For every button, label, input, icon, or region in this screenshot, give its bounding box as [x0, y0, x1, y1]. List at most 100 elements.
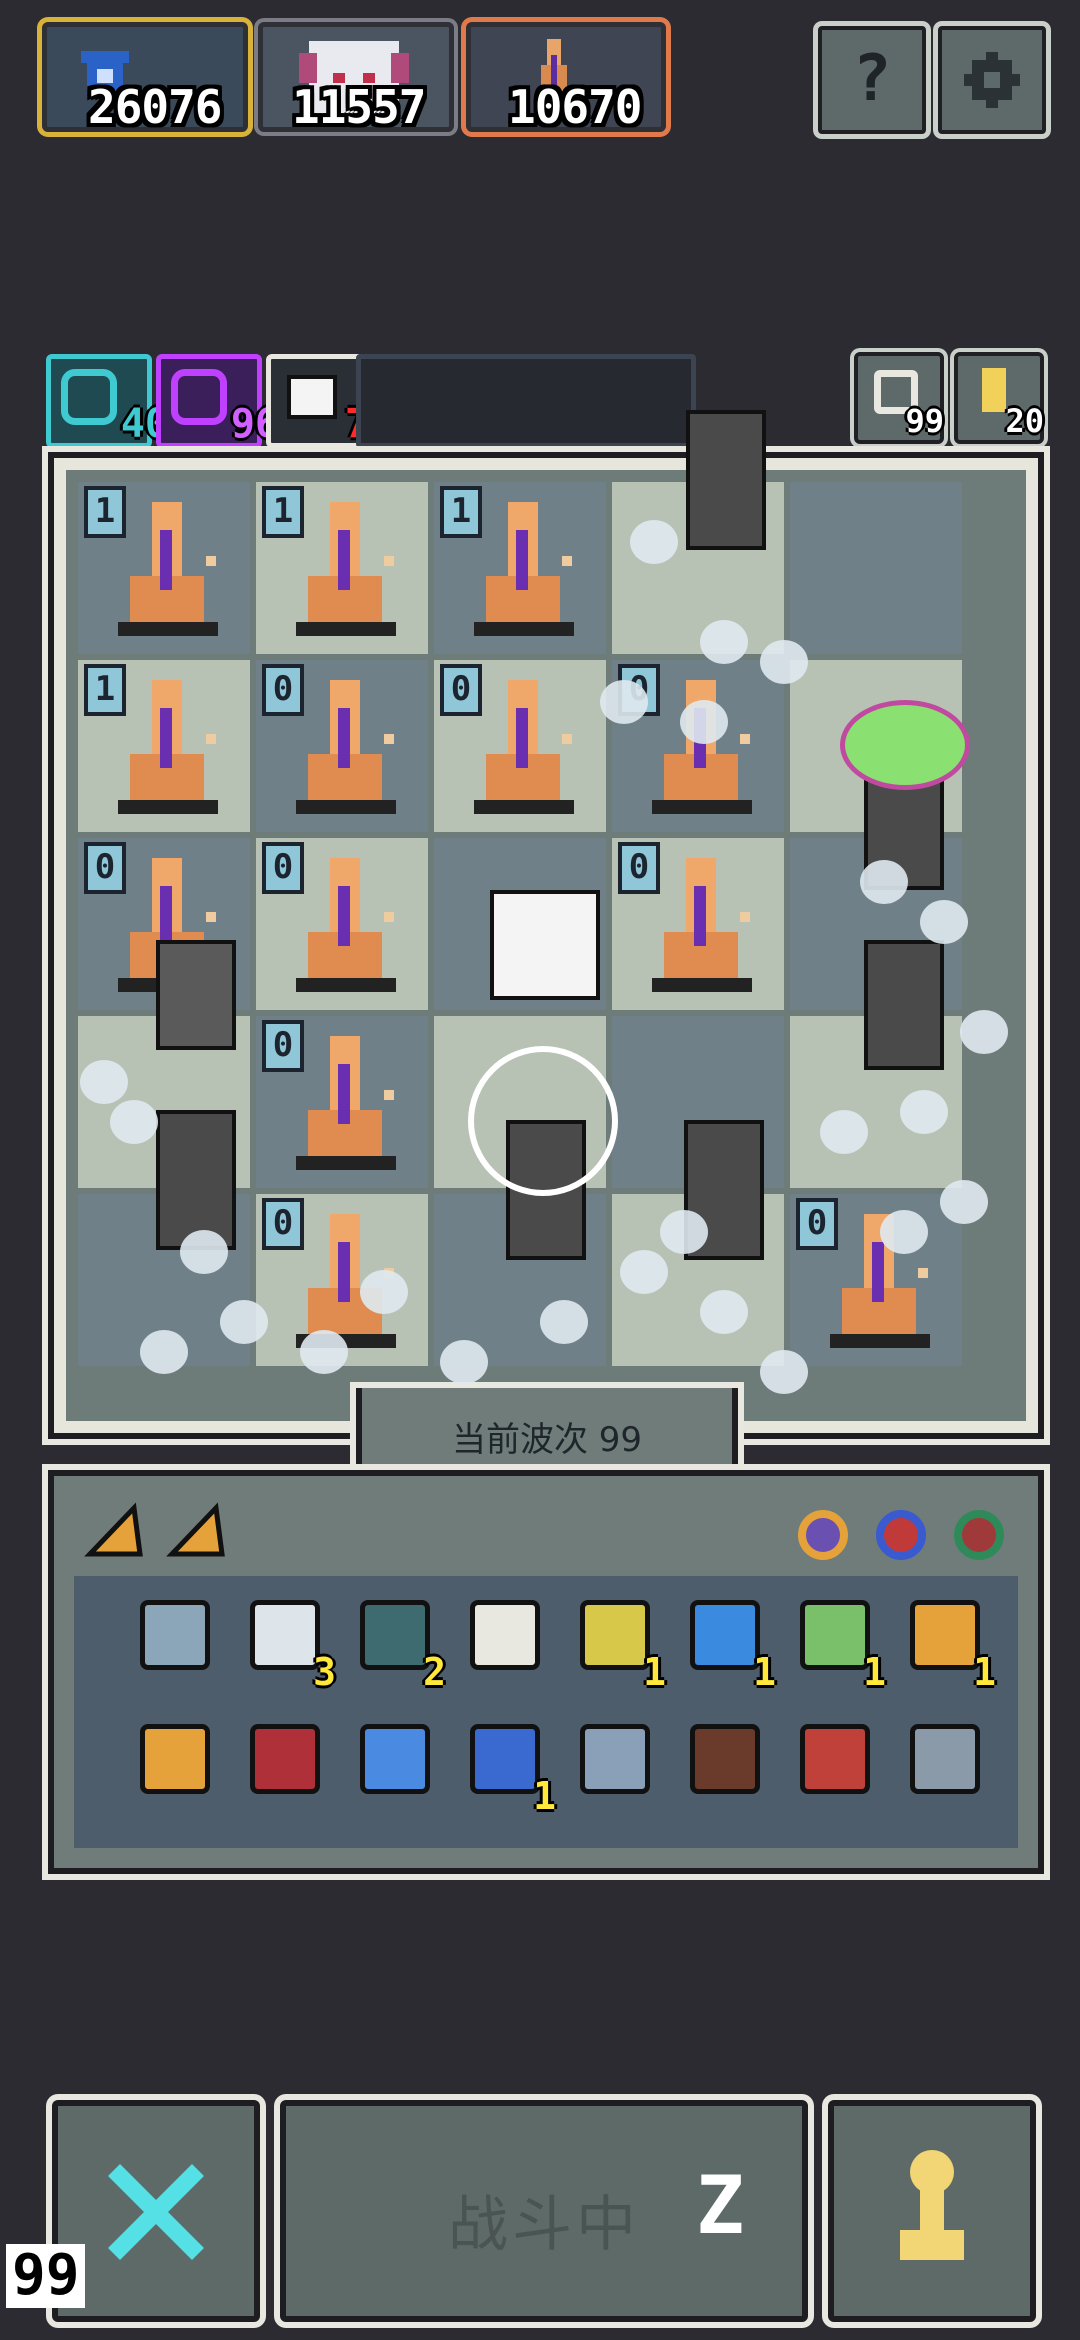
inventory-slot[interactable]	[344, 1710, 444, 1810]
camera-icon	[580, 1724, 650, 1794]
selection-ring	[468, 1046, 618, 1196]
inventory-slot[interactable]	[454, 1586, 554, 1686]
board-cell[interactable]: 0	[612, 838, 784, 1010]
snow-effect	[760, 1350, 808, 1394]
tree-stump-tower-icon	[288, 1030, 408, 1180]
resource-cyan[interactable]: 40	[46, 354, 169, 448]
inventory-slot[interactable]: 1	[674, 1586, 776, 1694]
tower-level-badge: 0	[262, 664, 304, 716]
settings-button[interactable]	[938, 26, 1046, 134]
stone-enemy-icon[interactable]	[156, 940, 236, 1050]
board-cell[interactable]: 0	[256, 838, 428, 1010]
sparkle-icon	[287, 375, 337, 419]
stone-enemy-icon[interactable]	[864, 940, 944, 1070]
board-cell[interactable]: 1	[78, 482, 250, 654]
refresh-counter[interactable]: 99	[854, 352, 944, 444]
sleep-icon: Z	[696, 2159, 745, 2252]
maple-leaf-icon	[800, 1724, 870, 1794]
inventory-slot[interactable]	[674, 1710, 774, 1810]
snow-effect	[630, 520, 678, 564]
help-button[interactable]: ?	[818, 26, 926, 134]
item-count: 1	[643, 1650, 666, 1694]
wood-log-icon	[690, 1724, 760, 1794]
tree-stump-tower-icon	[644, 852, 764, 1002]
snow-effect	[140, 1330, 188, 1374]
inventory-slot[interactable]	[124, 1586, 224, 1686]
board-cell[interactable]: 0	[256, 660, 428, 832]
player-score-2: 11557	[292, 80, 426, 134]
snow-effect	[940, 1180, 988, 1224]
stone-icon	[910, 1724, 980, 1794]
snow-effect	[700, 1290, 748, 1334]
stone-enemy-icon[interactable]	[156, 1110, 236, 1250]
fight-button[interactable]: 战斗中 Z	[280, 2100, 808, 2322]
board-cell[interactable]: 1	[256, 482, 428, 654]
tower-level-badge: 0	[262, 842, 304, 894]
item-count: 3	[313, 1650, 336, 1694]
board-cell[interactable]: 1	[78, 660, 250, 832]
close-icon	[98, 2154, 214, 2270]
inventory-slot[interactable]: 1	[894, 1586, 996, 1694]
item-count: 1	[753, 1650, 776, 1694]
tower-level-badge: 0	[440, 664, 482, 716]
pawn-icon	[890, 2146, 974, 2270]
inventory-slot[interactable]	[564, 1710, 664, 1810]
inventory-slot[interactable]	[894, 1710, 994, 1810]
flower-buff-icon	[840, 700, 970, 790]
tree-stump-tower-icon	[288, 496, 408, 646]
snow-effect	[300, 1330, 348, 1374]
tower-level-badge: 0	[796, 1198, 838, 1250]
tree-stump-tower-icon	[110, 496, 230, 646]
inventory-slot[interactable]	[234, 1710, 334, 1810]
gear-icon	[962, 50, 1022, 110]
tower-level-badge: 1	[262, 486, 304, 538]
refresh-count: 99	[905, 402, 944, 440]
blue-orb-icon	[360, 1724, 430, 1794]
resource-purple[interactable]: 96	[156, 354, 279, 448]
stamp-icon	[910, 1600, 980, 1670]
inventory-slot[interactable]	[124, 1710, 224, 1810]
snow-effect	[110, 1100, 158, 1144]
inventory-panel: 3 2 1 1 1 1 1	[48, 1470, 1044, 1874]
ring-green-icon[interactable]	[954, 1510, 1004, 1560]
inventory-slot[interactable]: 3	[234, 1586, 336, 1694]
inventory-slot[interactable]: 1	[564, 1586, 666, 1694]
board-cell[interactable]: 0	[434, 660, 606, 832]
tower-level-badge: 0	[618, 842, 660, 894]
inventory-slot[interactable]: 2	[344, 1586, 446, 1694]
pawn-button[interactable]	[828, 2100, 1036, 2322]
snow-effect	[680, 700, 728, 744]
item-count: 1	[973, 1650, 996, 1694]
board-cell[interactable]: 0	[256, 1016, 428, 1188]
wave-label: 当前波次 99	[451, 1420, 643, 1460]
attack-tab[interactable]	[84, 1502, 144, 1560]
board-cell[interactable]: 1	[434, 482, 606, 654]
snow-effect	[760, 640, 808, 684]
attack-tab-2[interactable]	[166, 1502, 226, 1560]
snow-effect	[440, 1340, 488, 1384]
board-cell[interactable]: 0	[790, 1194, 962, 1366]
snow-effect	[600, 680, 648, 724]
snow-effect	[360, 1270, 408, 1314]
resource-spark[interactable]: 75	[266, 354, 393, 448]
inventory-slot[interactable]: 1	[454, 1710, 556, 1818]
inventory-slot[interactable]	[784, 1710, 884, 1810]
tree-stump-tower-icon	[644, 674, 764, 824]
snow-effect	[700, 620, 748, 664]
inventory-slot[interactable]: 1	[784, 1586, 886, 1694]
snow-effect	[860, 860, 908, 904]
stone-enemy-icon[interactable]	[686, 410, 766, 550]
tower-level-badge: 1	[84, 486, 126, 538]
key-icon	[982, 368, 1006, 412]
resource-track	[356, 354, 696, 448]
snow-effect	[80, 1060, 128, 1104]
snow-effect	[540, 1300, 588, 1344]
board-cell[interactable]	[790, 482, 962, 654]
ring-yellow-icon[interactable]	[798, 1510, 848, 1560]
cyan-spiral-icon	[61, 369, 117, 425]
item-count: 2	[423, 1650, 446, 1694]
white-ghost-unit-icon[interactable]	[490, 890, 600, 1000]
ring-blue-icon[interactable]	[876, 1510, 926, 1560]
key-counter[interactable]: 20	[954, 352, 1044, 444]
item-count: 1	[863, 1650, 886, 1694]
